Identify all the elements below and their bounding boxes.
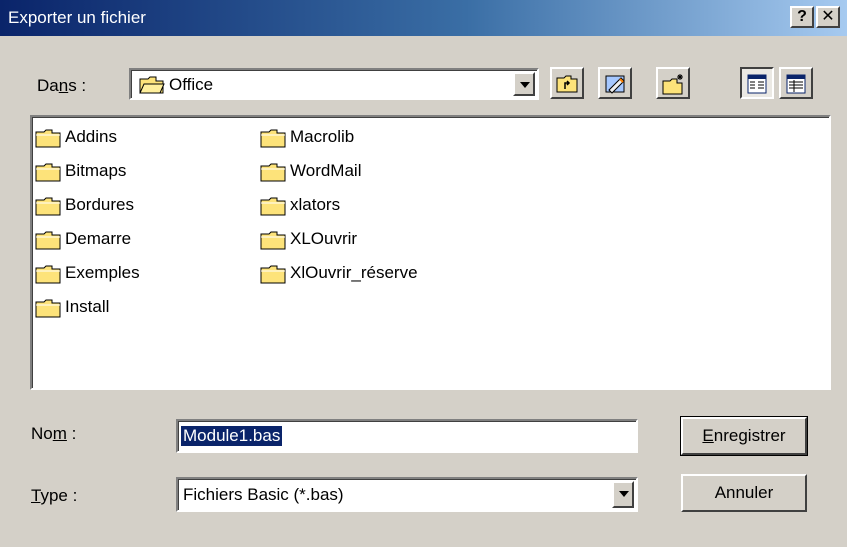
folder-icon (260, 197, 286, 216)
file-name: XLOuvrir (290, 229, 358, 248)
folder-icon (35, 231, 61, 250)
file-name: XlOuvrir_réserve (290, 263, 418, 282)
up-one-level-icon (556, 75, 578, 93)
file-name: Demarre (65, 229, 132, 248)
file-name: Macrolib (290, 127, 355, 146)
filetype-dropdown-button[interactable] (612, 481, 634, 508)
file-name: Exemples (65, 263, 140, 282)
close-button[interactable]: ✕ (816, 6, 840, 28)
open-folder-icon (139, 76, 165, 94)
help-button[interactable]: ? (790, 6, 814, 28)
lookin-combo[interactable]: Office (129, 68, 539, 100)
lookin-dropdown-button[interactable] (513, 72, 535, 96)
up-one-level-button[interactable] (550, 67, 584, 99)
window-title: Exporter un fichier (8, 8, 146, 27)
folder-icon (35, 163, 61, 182)
file-name: WordMail (290, 161, 362, 180)
folder-icon (35, 129, 61, 148)
lookin-value: Office (169, 75, 214, 94)
list-view-button[interactable] (740, 67, 774, 99)
list-view-icon (747, 74, 767, 94)
cancel-button[interactable]: Annuler (681, 474, 807, 512)
export-dialog: Exporter un fichier ? ✕ Dans : Office Ad… (0, 0, 847, 547)
folder-icon (260, 129, 286, 148)
desktop-button[interactable] (598, 67, 632, 99)
folder-icon (260, 163, 286, 182)
file-name: Install (65, 297, 110, 316)
file-name: Bitmaps (65, 161, 127, 180)
folder-icon (35, 265, 61, 284)
desktop-icon (605, 75, 625, 94)
folder-icon (35, 299, 61, 318)
folder-icon (35, 197, 61, 216)
filename-label: Nom : (31, 424, 77, 443)
filetype-value: Fichiers Basic (*.bas) (183, 485, 344, 504)
lookin-label: Dans : (37, 76, 87, 95)
file-name: Bordures (65, 195, 134, 214)
new-folder-button[interactable] (656, 67, 690, 99)
filetype-label: Type : (31, 486, 78, 505)
details-view-icon (786, 74, 806, 94)
save-button[interactable]: Enregistrer (680, 416, 808, 456)
folder-icon (260, 265, 286, 284)
folder-icon (260, 231, 286, 250)
file-name: xlators (290, 195, 341, 214)
title-bar[interactable]: Exporter un fichier ? ✕ (0, 0, 847, 36)
file-list[interactable]: Addins Bitmaps Bordures Demarre Exemples Inst… (30, 115, 831, 390)
file-name: Addins (65, 127, 117, 146)
details-view-button[interactable] (779, 67, 813, 99)
filename-field[interactable]: Module1.bas (176, 419, 638, 453)
new-folder-icon (662, 74, 683, 95)
filename-value: Module1.bas (181, 426, 283, 446)
filetype-combo[interactable]: Fichiers Basic (*.bas) (176, 477, 638, 512)
